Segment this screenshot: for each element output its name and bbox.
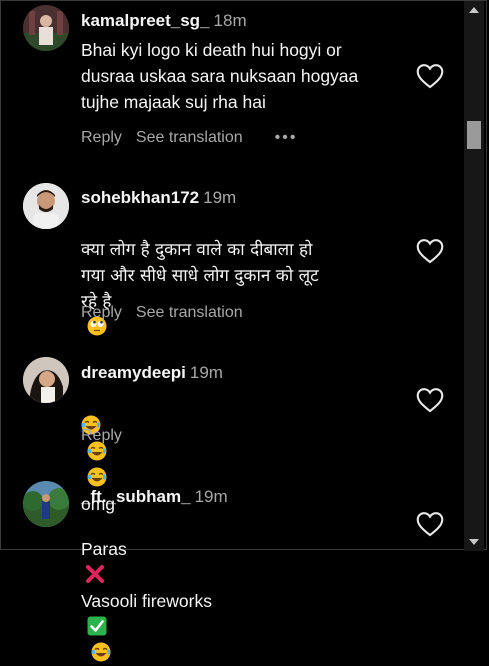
scrollbar-thumb[interactable] bbox=[467, 121, 481, 149]
comment-text-body: Vasooli fireworks bbox=[81, 591, 212, 611]
comment-actions: Reply See translation bbox=[81, 304, 257, 322]
username-text[interactable]: dreamydeepi bbox=[81, 363, 186, 382]
comment-time: 19m bbox=[203, 188, 237, 207]
comment-actions: Reply See translation ••• bbox=[81, 129, 311, 147]
comment-time: 18m bbox=[213, 11, 247, 30]
comment-text-body: क्या लोग है दुकान वाले का दीबाला हो गया … bbox=[81, 240, 319, 312]
scroll-down-arrow-icon[interactable] bbox=[469, 539, 479, 545]
reply-button[interactable]: Reply bbox=[81, 427, 122, 444]
face-with-tears-of-joy-emoji bbox=[87, 467, 107, 487]
see-translation-button[interactable]: See translation bbox=[136, 129, 243, 146]
comment-time: 19m bbox=[194, 487, 228, 506]
avatar-image bbox=[23, 357, 69, 403]
avatar[interactable] bbox=[23, 183, 69, 229]
avatar[interactable] bbox=[23, 357, 69, 403]
comment-text: Bhai kyi logo ki death hui hogyi or dusr… bbox=[81, 40, 359, 112]
more-options-button[interactable]: ••• bbox=[275, 129, 298, 146]
heart-icon[interactable] bbox=[416, 238, 444, 264]
scroll-up-arrow-icon[interactable] bbox=[469, 7, 479, 13]
comment-panel: kamalpreet_sg_ 18m Bhai kyi logo ki death… bbox=[0, 0, 487, 662]
reply-button[interactable]: Reply bbox=[81, 129, 122, 146]
heart-icon[interactable] bbox=[416, 63, 444, 89]
heart-icon[interactable] bbox=[416, 387, 444, 413]
avatar-image bbox=[23, 5, 69, 51]
comment-username[interactable]: sohebkhan172 19m bbox=[81, 188, 236, 208]
comment-username[interactable]: _ft._subham_ 19m bbox=[81, 487, 228, 507]
check-mark-button-emoji bbox=[87, 616, 107, 636]
comment-actions: Reply bbox=[81, 427, 136, 445]
reply-button[interactable]: Reply bbox=[81, 304, 122, 321]
username-text[interactable]: kamalpreet_sg_ bbox=[81, 11, 210, 30]
avatar-image bbox=[23, 183, 69, 229]
vertical-scrollbar[interactable] bbox=[464, 1, 484, 551]
comment-username[interactable]: kamalpreet_sg_ 18m bbox=[81, 11, 247, 31]
comment-username[interactable]: dreamydeepi 19m bbox=[81, 363, 223, 383]
username-text[interactable]: sohebkhan172 bbox=[81, 188, 199, 207]
avatar-image bbox=[23, 481, 69, 527]
avatar[interactable] bbox=[23, 5, 69, 51]
face-with-tears-of-joy-emoji bbox=[91, 642, 111, 662]
see-translation-button[interactable]: See translation bbox=[136, 304, 243, 321]
comment-text-body: Paras bbox=[81, 539, 127, 559]
cross-mark-emoji bbox=[86, 565, 104, 583]
comment-time: 19m bbox=[189, 363, 223, 382]
avatar[interactable] bbox=[23, 481, 69, 527]
heart-icon[interactable] bbox=[416, 511, 444, 537]
username-text[interactable]: _ft._subham_ bbox=[81, 487, 191, 506]
comment-text: Paras Vasooli fireworks bbox=[81, 510, 401, 666]
